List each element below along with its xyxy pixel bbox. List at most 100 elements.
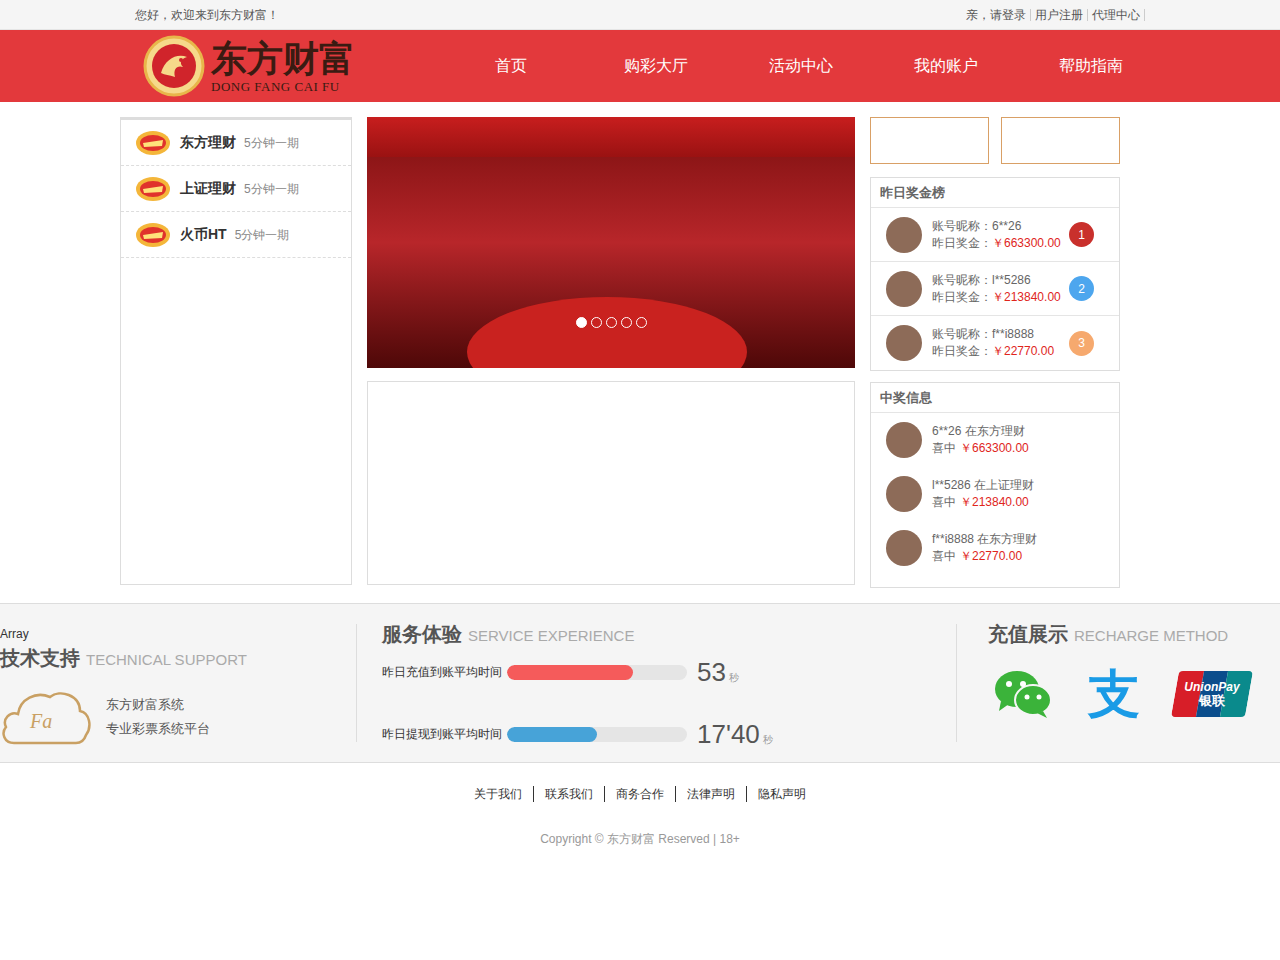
logo[interactable]: 东方财富DONG FANG CAI FU: [120, 35, 355, 97]
unionpay-text: UnionPay: [1184, 680, 1239, 694]
side-button[interactable]: [1001, 117, 1120, 164]
lottery-name: 上证理财: [180, 178, 236, 199]
support-line: 东方财富系统: [106, 693, 210, 717]
lottery-period: 5分钟一期: [235, 226, 290, 244]
win-user: f**i8888 在东方理财: [932, 531, 1037, 548]
carousel-dot[interactable]: [621, 317, 632, 328]
service-column: 服务体验SERVICE EXPERIENCE昨日充值到账平均时间53秒昨日提现到…: [357, 624, 957, 742]
cloud-logo-text: Fa: [30, 711, 52, 731]
nick-label: 账号昵称：: [932, 273, 992, 287]
recharge-title: 充值展示: [988, 619, 1068, 649]
main-area: 东方理财5分钟一期上证理财5分钟一期火币HT5分钟一期昨日奖金榜账号昵称：6**…: [120, 117, 1120, 588]
carousel-dots: [367, 317, 855, 328]
side-button[interactable]: [870, 117, 989, 164]
footer-link[interactable]: 关于我们: [463, 786, 533, 802]
avatar: [886, 271, 922, 307]
nick-line: 账号昵称：6**26: [932, 218, 1061, 235]
carousel-dot[interactable]: [591, 317, 602, 328]
nav-item[interactable]: 购彩大厅: [583, 30, 728, 102]
recharge-methods: 支 UnionPay银联: [988, 669, 1280, 719]
dragon-logo-icon: [143, 35, 205, 97]
service-subtitle: SERVICE EXPERIENCE: [468, 625, 634, 648]
nick-line: 账号昵称：l**5286: [932, 272, 1061, 289]
top-links: 亲，请登录用户注册代理中心: [962, 9, 1145, 21]
win-prefix: 喜中: [932, 441, 956, 455]
support-subtitle: TECHNICAL SUPPORT: [86, 649, 247, 672]
metric-track: [507, 727, 687, 742]
unionpay-label: UnionPay银联: [1175, 671, 1249, 717]
metric-unit: 秒: [729, 670, 739, 685]
carousel-dot[interactable]: [636, 317, 647, 328]
wins-title: 中奖信息: [871, 383, 1119, 413]
lottery-item[interactable]: 上证理财 5分钟一期: [121, 166, 351, 212]
win-user: 6**26 在东方理财: [932, 423, 1029, 440]
logo-text: 东方财富DONG FANG CAI FU: [211, 39, 355, 93]
footer-link[interactable]: 联系我们: [533, 786, 604, 802]
footer-link[interactable]: 隐私声明: [746, 786, 817, 802]
win-prefix: 喜中: [932, 549, 956, 563]
nav-item[interactable]: 帮助指南: [1018, 30, 1163, 102]
footer-link[interactable]: 法律声明: [675, 786, 746, 802]
nick-line: 账号昵称：f**i8888: [932, 326, 1054, 343]
metric-unit: 秒: [763, 732, 773, 747]
nav-item[interactable]: 活动中心: [728, 30, 873, 102]
header-inner: 东方财富DONG FANG CAI FU 首页购彩大厅活动中心我的账户帮助指南: [120, 30, 1163, 102]
welcome-text: 您好，欢迎来到东方财富！: [135, 6, 279, 24]
avatar: [886, 530, 922, 566]
wins-text: l**5286 在上证理财喜中￥213840.00: [932, 477, 1034, 511]
metric-label: 昨日提现到账平均时间: [382, 725, 507, 743]
avatar: [886, 325, 922, 361]
win-amount-line: 喜中￥663300.00: [932, 440, 1029, 457]
bonus: ￥213840.00: [992, 290, 1061, 304]
wins-row: f**i8888 在东方理财喜中￥22770.00: [871, 521, 1119, 575]
rank-badge: 3: [1069, 331, 1094, 356]
avatar: [886, 422, 922, 458]
recharge-subtitle: RECHARGE METHOD: [1074, 625, 1228, 648]
recharge-column: 充值展示RECHARGE METHOD支UnionPay银联: [957, 624, 1280, 742]
lottery-item[interactable]: 东方理财 5分钟一期: [121, 120, 351, 166]
lottery-item[interactable]: 火币HT5分钟一期: [121, 212, 351, 258]
banner[interactable]: [367, 117, 855, 368]
footer-link[interactable]: 商务合作: [604, 786, 675, 802]
top-link[interactable]: 亲，请登录: [962, 9, 1031, 21]
metric-track: [507, 665, 687, 680]
logo-name: 东方财富: [211, 39, 355, 79]
bonus-line: 昨日奖金：￥22770.00: [932, 343, 1054, 360]
alipay-icon: 支: [1083, 669, 1145, 719]
lottery-period: 5分钟一期: [244, 180, 299, 198]
carousel-dot[interactable]: [606, 317, 617, 328]
leaderboard-row: 账号昵称：l**5286昨日奖金：￥213840.002: [871, 262, 1119, 316]
lottery-period: 5分钟一期: [244, 134, 299, 152]
cloud-logo: Fa: [0, 687, 92, 747]
wechat-icon: [993, 669, 1053, 719]
header: 东方财富DONG FANG CAI FU 首页购彩大厅活动中心我的账户帮助指南: [0, 30, 1280, 102]
copyright: Copyright © 东方财富 Reserved | 18+: [0, 830, 1280, 848]
leaderboard-text: 账号昵称：f**i8888昨日奖金：￥22770.00: [932, 326, 1054, 360]
metric-row: 昨日充值到账平均时间53秒: [382, 657, 956, 687]
support-title: 技术支持: [0, 643, 80, 673]
nick-label: 账号昵称：: [932, 219, 992, 233]
carousel-dot[interactable]: [576, 317, 587, 328]
wins-panel: 中奖信息 6**26 在东方理财喜中￥663300.00 l**5286 在上证理财…: [870, 382, 1120, 588]
top-bar-inner: 您好，欢迎来到东方财富！ 亲，请登录用户注册代理中心: [135, 0, 1145, 29]
top-link[interactable]: 用户注册: [1031, 9, 1088, 21]
avatar: [886, 476, 922, 512]
center-empty-box: [367, 381, 855, 585]
nick: f**i8888: [992, 327, 1034, 341]
win-amount-line: 喜中￥213840.00: [932, 494, 1034, 511]
unionpay-icon: UnionPay银联: [1175, 671, 1249, 717]
metric-fill: [507, 665, 633, 680]
nav-item[interactable]: 首页: [438, 30, 583, 102]
nav-item[interactable]: 我的账户: [873, 30, 1018, 102]
banner-curtain: [367, 117, 855, 157]
lottery-name: 东方理财: [180, 132, 236, 153]
info-band: Array技术支持TECHNICAL SUPPORTFa东方财富系统专业彩票系统…: [0, 603, 1280, 763]
leaderboard-text: 账号昵称：l**5286昨日奖金：￥213840.00: [932, 272, 1061, 306]
banner-bag: [467, 297, 747, 368]
leaderboard-text: 账号昵称：6**26昨日奖金：￥663300.00: [932, 218, 1061, 252]
metric-row: 昨日提现到账平均时间17'40秒: [382, 719, 956, 749]
nick-label: 账号昵称：: [932, 327, 992, 341]
leaderboard-panel: 昨日奖金榜账号昵称：6**26昨日奖金：￥663300.001账号昵称：l**5…: [870, 177, 1120, 371]
top-link[interactable]: 代理中心: [1088, 9, 1145, 21]
bonus: ￥22770.00: [992, 344, 1054, 358]
